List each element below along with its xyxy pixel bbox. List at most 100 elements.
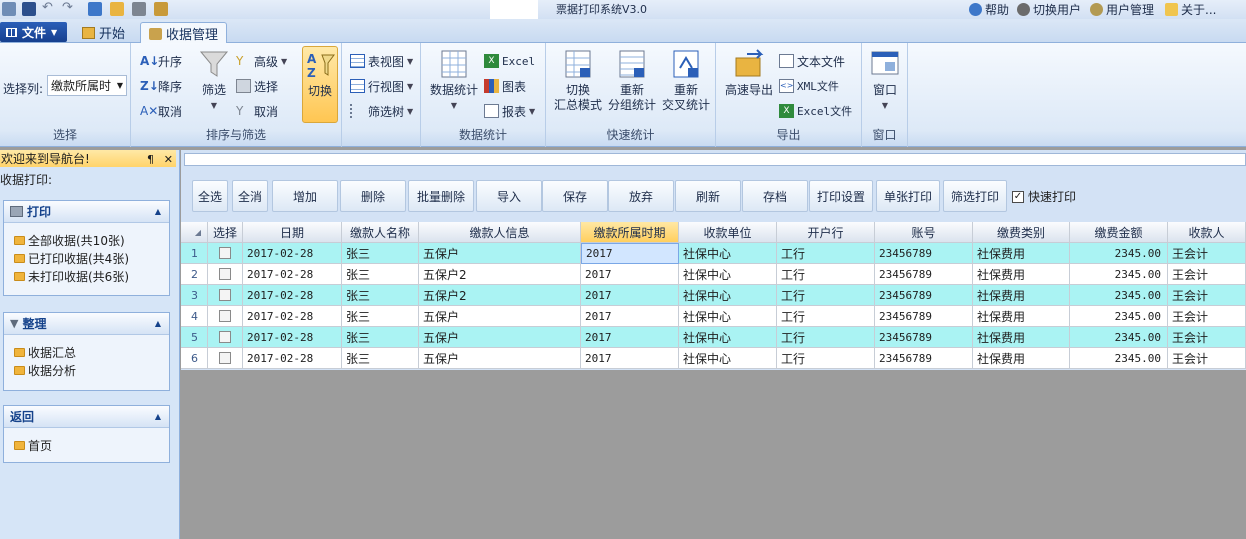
single-print-button[interactable]: 单张打印 bbox=[876, 180, 940, 212]
path-bar[interactable] bbox=[184, 153, 1246, 166]
panel-print-header[interactable]: 打印 ▲ bbox=[4, 201, 169, 223]
data-stats-button[interactable]: 数据统计 ▼ bbox=[428, 48, 480, 113]
row-number[interactable]: 3 bbox=[181, 285, 208, 306]
checkbox-unchecked-icon[interactable] bbox=[219, 310, 231, 322]
row-number[interactable]: 2 bbox=[181, 264, 208, 285]
cell-payer-info[interactable]: 五保户 bbox=[419, 348, 581, 369]
chart-button[interactable]: 图表 bbox=[484, 76, 526, 96]
delete-button[interactable]: 删除 bbox=[340, 180, 406, 212]
cell-payment-period[interactable]: 2017 bbox=[581, 327, 679, 348]
file-menu-button[interactable]: 文件 ▼ bbox=[0, 22, 67, 42]
nav-item-receipt-summary[interactable]: 收据汇总 bbox=[4, 343, 169, 361]
checkbox-unchecked-icon[interactable] bbox=[219, 247, 231, 259]
cell-payer-name[interactable]: 张三 bbox=[342, 327, 419, 348]
batch-delete-button[interactable]: 批量删除 bbox=[408, 180, 474, 212]
checkbox-unchecked-icon[interactable] bbox=[219, 289, 231, 301]
cell-fee-type[interactable]: 社保费用 bbox=[973, 243, 1070, 264]
excel-stats-button[interactable]: X Excel bbox=[484, 51, 535, 71]
select-column-combo[interactable]: 缴款所属时 ▼ bbox=[47, 75, 127, 96]
cancel-filter-button[interactable]: Y 取消 bbox=[236, 101, 278, 121]
about-link[interactable]: 关于... bbox=[1165, 1, 1216, 18]
row-number[interactable]: 5 bbox=[181, 327, 208, 348]
nav-item-all-receipts[interactable]: 全部收据(共10张) bbox=[4, 231, 169, 249]
header-fee-type[interactable]: 缴费类别 bbox=[973, 222, 1070, 243]
cell-payment-period[interactable]: 2017 bbox=[581, 264, 679, 285]
row-number[interactable]: 6 bbox=[181, 348, 208, 369]
header-payer-name[interactable]: 缴款人名称 bbox=[342, 222, 419, 243]
save-button[interactable]: 保存 bbox=[542, 180, 608, 212]
header-account[interactable]: 账号 bbox=[875, 222, 973, 243]
table-view-button[interactable]: 表视图 ▼ bbox=[350, 51, 413, 71]
chevron-up-icon[interactable]: ▲ bbox=[155, 319, 161, 328]
select-all-button[interactable]: 全选 bbox=[192, 180, 228, 212]
chevron-up-icon[interactable]: ▲ bbox=[155, 207, 161, 216]
cell-receiving-unit[interactable]: 社保中心 bbox=[679, 264, 777, 285]
header-select[interactable]: 选择 bbox=[208, 222, 243, 243]
cell-payer-name[interactable]: 张三 bbox=[342, 264, 419, 285]
table-row[interactable]: 2 2017-02-28 张三 五保户2 2017 社保中心 工行 23456789 社保费用 2… bbox=[181, 264, 1246, 285]
cell-date[interactable]: 2017-02-28 bbox=[243, 327, 342, 348]
cross-stats-button[interactable]: 重新 交叉统计 bbox=[660, 48, 712, 113]
quick-print-checkbox[interactable]: ✓ 快速打印 bbox=[1012, 188, 1076, 205]
cell-receiving-unit[interactable]: 社保中心 bbox=[679, 243, 777, 264]
chevron-up-icon[interactable]: ▲ bbox=[155, 412, 161, 421]
regroup-stats-button[interactable]: 重新 分组统计 bbox=[606, 48, 658, 113]
cell-payment-period[interactable]: 2017 bbox=[581, 306, 679, 327]
cancel-sort-button[interactable]: A✕ 取消 bbox=[140, 101, 182, 121]
cell-receiver[interactable]: 王会计 bbox=[1168, 348, 1246, 369]
table-row[interactable]: 4 2017-02-28 张三 五保户 2017 社保中心 工行 23456789 社保费用 23… bbox=[181, 306, 1246, 327]
cell-bank[interactable]: 工行 bbox=[777, 348, 875, 369]
panel-return-header[interactable]: 返回 ▲ bbox=[4, 406, 169, 428]
cell-receiving-unit[interactable]: 社保中心 bbox=[679, 306, 777, 327]
cell-account[interactable]: 23456789 bbox=[875, 306, 973, 327]
deselect-all-button[interactable]: 全消 bbox=[232, 180, 268, 212]
cell-payer-name[interactable]: 张三 bbox=[342, 348, 419, 369]
cell-payer-info[interactable]: 五保户2 bbox=[419, 264, 581, 285]
row-number[interactable]: 1 bbox=[181, 243, 208, 264]
cell-bank[interactable]: 工行 bbox=[777, 264, 875, 285]
header-payment-period[interactable]: 缴款所属时期 bbox=[581, 222, 679, 243]
discard-button[interactable]: 放弃 bbox=[608, 180, 674, 212]
table-row[interactable]: 3 2017-02-28 张三 五保户2 2017 社保中心 工行 23456789 社保费用 2… bbox=[181, 285, 1246, 306]
row-checkbox[interactable] bbox=[208, 243, 243, 264]
cell-receiving-unit[interactable]: 社保中心 bbox=[679, 348, 777, 369]
cell-payment-period[interactable]: 2017 bbox=[581, 348, 679, 369]
report-button[interactable]: 报表 ▼ bbox=[484, 101, 535, 121]
print-icon[interactable] bbox=[132, 2, 146, 16]
cell-receiver[interactable]: 王会计 bbox=[1168, 264, 1246, 285]
add-button[interactable]: 增加 bbox=[272, 180, 338, 212]
row-view-button[interactable]: 行视图 ▼ bbox=[350, 76, 413, 96]
cell-bank[interactable]: 工行 bbox=[777, 306, 875, 327]
sort-asc-button[interactable]: A↓ 升序 bbox=[140, 51, 182, 71]
cell-date[interactable]: 2017-02-28 bbox=[243, 285, 342, 306]
header-date[interactable]: 日期 bbox=[243, 222, 342, 243]
table-row[interactable]: 6 2017-02-28 张三 五保户 2017 社保中心 工行 23456789 社保费用 23… bbox=[181, 348, 1246, 369]
panel-organize-header[interactable]: ▼ 整理 ▲ bbox=[4, 313, 169, 335]
row-checkbox[interactable] bbox=[208, 327, 243, 348]
cell-fee-type[interactable]: 社保费用 bbox=[973, 306, 1070, 327]
print-settings-button[interactable]: 打印设置 bbox=[809, 180, 873, 212]
filter-button[interactable]: 筛选 ▼ bbox=[197, 48, 231, 113]
cell-payer-name[interactable]: 张三 bbox=[342, 285, 419, 306]
cell-account[interactable]: 23456789 bbox=[875, 285, 973, 306]
users-icon[interactable] bbox=[88, 2, 102, 16]
cell-receiver[interactable]: 王会计 bbox=[1168, 327, 1246, 348]
cell-bank[interactable]: 工行 bbox=[777, 285, 875, 306]
pin-icon[interactable]: ¶ bbox=[147, 153, 154, 166]
cell-amount[interactable]: 2345.00 bbox=[1070, 285, 1168, 306]
switch-summary-button[interactable]: 切换 汇总模式 bbox=[552, 48, 604, 113]
user-manage-link[interactable]: 用户管理 bbox=[1090, 1, 1154, 18]
export-text-button[interactable]: 文本文件 bbox=[779, 51, 845, 71]
cell-receiver[interactable]: 王会计 bbox=[1168, 306, 1246, 327]
cell-fee-type[interactable]: 社保费用 bbox=[973, 264, 1070, 285]
checkbox-unchecked-icon[interactable] bbox=[219, 352, 231, 364]
nav-item-receipt-analysis[interactable]: 收据分析 bbox=[4, 361, 169, 379]
tool-icon[interactable] bbox=[154, 2, 168, 16]
cell-fee-type[interactable]: 社保费用 bbox=[973, 285, 1070, 306]
nav-item-unprinted-receipts[interactable]: 未打印收据(共6张) bbox=[4, 267, 169, 285]
select-filter-button[interactable]: 选择 bbox=[236, 76, 278, 96]
archive-button[interactable]: 存档 bbox=[742, 180, 808, 212]
header-corner[interactable]: ◢ bbox=[181, 222, 208, 243]
cell-payer-name[interactable]: 张三 bbox=[342, 243, 419, 264]
cell-account[interactable]: 23456789 bbox=[875, 243, 973, 264]
